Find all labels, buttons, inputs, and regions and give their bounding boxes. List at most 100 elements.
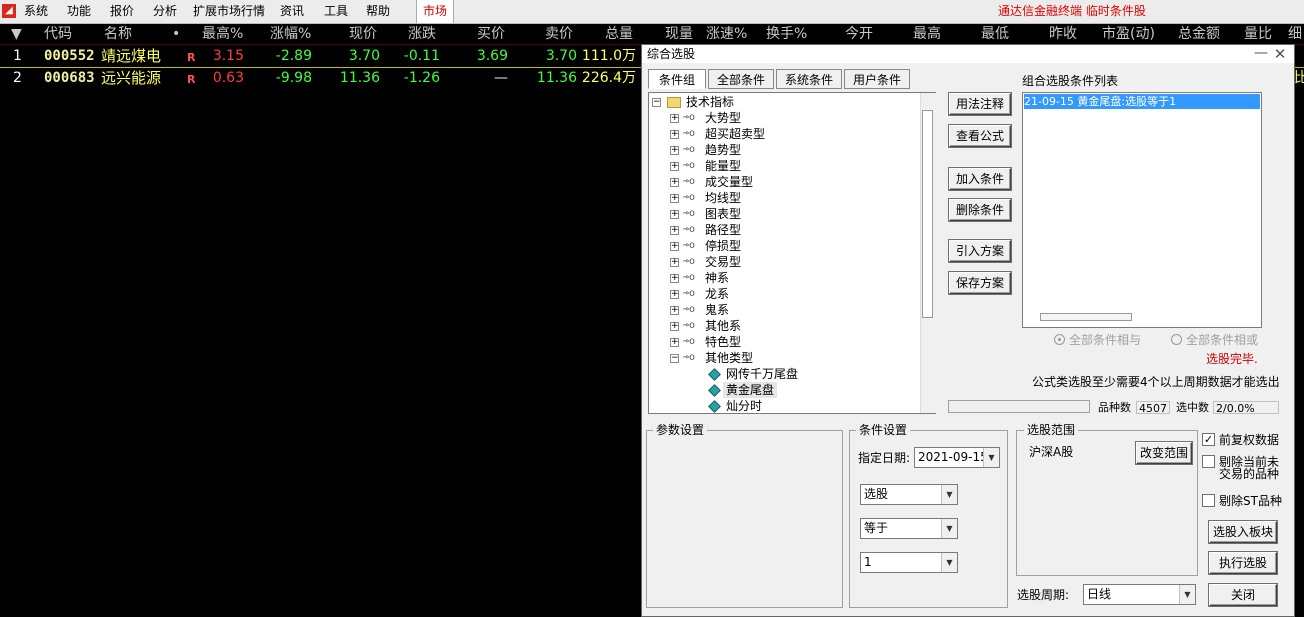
menu-analysis[interactable]: 分析 <box>153 0 177 23</box>
chevron-down-icon[interactable]: ▼ <box>941 553 957 572</box>
delete-condition-button[interactable]: 删除条件 <box>949 199 1011 221</box>
checkbox-exclude-st[interactable] <box>1202 494 1215 507</box>
condition-list[interactable] <box>1022 92 1262 328</box>
menu-help[interactable]: 帮助 <box>366 0 390 23</box>
col-header-low[interactable]: 最低 <box>981 24 1009 44</box>
tree-group-item[interactable]: 趋势型 <box>705 142 741 158</box>
checkbox-adjusted[interactable]: ✓ <box>1202 433 1215 446</box>
close-icon[interactable]: ✕ <box>1272 45 1288 63</box>
stock-name[interactable]: 靖远煤电 <box>101 45 161 67</box>
col-header-volume-ratio[interactable]: 量比 <box>1244 24 1272 44</box>
tree-expand-toggle[interactable]: + <box>670 242 679 251</box>
tree-collapse-toggle[interactable]: − <box>652 98 661 107</box>
col-header-ask[interactable]: 卖价 <box>545 24 573 44</box>
tree-formula-item[interactable]: 黄金尾盘 <box>723 382 778 398</box>
tree-expand-toggle[interactable]: + <box>670 146 679 155</box>
col-header-high-pct[interactable]: 最高% <box>202 24 243 44</box>
market-tab[interactable]: 市场 <box>416 0 454 23</box>
tree-expand-toggle[interactable]: + <box>670 322 679 331</box>
change-range-button[interactable]: 改变范围 <box>1136 442 1192 464</box>
add-condition-button[interactable]: 加入条件 <box>949 168 1011 190</box>
save-plan-button[interactable]: 保存方案 <box>949 272 1011 294</box>
tree-group-item[interactable]: 鬼系 <box>705 302 729 318</box>
col-header-change-pct[interactable]: 涨幅% <box>270 24 311 44</box>
import-plan-button[interactable]: 引入方案 <box>949 240 1011 262</box>
checkbox-exclude-untraded[interactable] <box>1202 455 1215 468</box>
tab-condition-group[interactable]: 条件组 <box>648 69 706 89</box>
tree-collapse-toggle[interactable]: − <box>670 354 679 363</box>
tree-group-item[interactable]: 其他类型 <box>705 350 753 366</box>
tree-formula-item[interactable]: 灿分时 <box>723 398 765 414</box>
tree-formula-item[interactable]: 网传千万尾盘 <box>723 366 801 382</box>
col-header-speed-pct[interactable]: 涨速% <box>706 24 747 44</box>
tree-group-item[interactable]: 超买超卖型 <box>705 126 765 142</box>
tree-expand-toggle[interactable]: + <box>670 178 679 187</box>
execute-button[interactable]: 执行选股 <box>1209 552 1277 574</box>
radio-all-and[interactable] <box>1054 334 1065 345</box>
tree-expand-toggle[interactable]: + <box>670 194 679 203</box>
tree-group-item[interactable]: 图表型 <box>705 206 741 222</box>
stock-name[interactable]: 远兴能源 <box>101 67 161 89</box>
menu-extended-market[interactable]: 扩展市场行情 <box>193 0 265 23</box>
col-header-current-volume[interactable]: 现量 <box>665 24 693 44</box>
sort-arrow-icon[interactable]: ▼ <box>11 24 22 44</box>
tree-group-item[interactable]: 神系 <box>705 270 729 286</box>
chevron-down-icon[interactable]: ▼ <box>941 485 957 504</box>
stock-code[interactable]: 000552 <box>44 45 95 67</box>
menu-tools[interactable]: 工具 <box>324 0 348 23</box>
tree-root-technical[interactable]: 技术指标 <box>686 94 734 110</box>
tree-group-item[interactable]: 能量型 <box>705 158 741 174</box>
tree-group-item[interactable]: 大势型 <box>705 110 741 126</box>
list-item[interactable]: 21-09-15 黄金尾盘:选股等于1 <box>1024 94 1260 109</box>
menu-quote[interactable]: 报价 <box>110 0 134 23</box>
col-header-pe[interactable]: 市盈(动) <box>1102 24 1155 44</box>
col-header-bid[interactable]: 买价 <box>477 24 505 44</box>
tree-expand-toggle[interactable]: + <box>670 338 679 347</box>
col-header-code[interactable]: 代码 <box>44 24 72 44</box>
tree-group-item[interactable]: 交易型 <box>705 254 741 270</box>
tree-expand-toggle[interactable]: + <box>670 130 679 139</box>
col-header-amount[interactable]: 总金额 <box>1178 24 1220 44</box>
tree-group-item[interactable]: 其他系 <box>705 318 741 334</box>
col-header-high[interactable]: 最高 <box>913 24 941 44</box>
tab-all-conditions[interactable]: 全部条件 <box>708 69 774 89</box>
tree-group-item[interactable]: 龙系 <box>705 286 729 302</box>
menu-news[interactable]: 资讯 <box>280 0 304 23</box>
col-header-prev-close[interactable]: 昨收 <box>1049 24 1077 44</box>
chevron-down-icon[interactable]: ▼ <box>983 448 999 467</box>
tree-group-item[interactable]: 均线型 <box>705 190 741 206</box>
tree-expand-toggle[interactable]: + <box>670 290 679 299</box>
tree-group-item[interactable]: 路径型 <box>705 222 741 238</box>
col-header-name[interactable]: 名称 <box>104 24 132 44</box>
tree-expand-toggle[interactable]: + <box>670 210 679 219</box>
col-header-turnover-pct[interactable]: 换手% <box>766 24 807 44</box>
tree-expand-toggle[interactable]: + <box>670 258 679 267</box>
close-button[interactable]: 关闭 <box>1209 584 1277 606</box>
tree-group-item[interactable]: 特色型 <box>705 334 741 350</box>
view-formula-button[interactable]: 查看公式 <box>949 125 1011 147</box>
dialog-titlebar[interactable] <box>642 45 1294 63</box>
tree-scrollbar-thumb[interactable] <box>922 110 933 318</box>
col-header-dot[interactable]: • <box>172 24 180 44</box>
col-header-volume[interactable]: 总量 <box>605 24 633 44</box>
minimize-icon[interactable]: — <box>1254 45 1268 63</box>
tree-expand-toggle[interactable]: + <box>670 226 679 235</box>
tree-group-item[interactable]: 停损型 <box>705 238 741 254</box>
select-to-block-button[interactable]: 选股入板块 <box>1209 521 1277 543</box>
col-header-price[interactable]: 现价 <box>349 24 377 44</box>
tree-expand-toggle[interactable]: + <box>670 306 679 315</box>
tab-user-conditions[interactable]: 用户条件 <box>844 69 910 89</box>
chevron-down-icon[interactable]: ▼ <box>941 519 957 538</box>
usage-notes-button[interactable]: 用法注释 <box>949 93 1011 115</box>
col-header-change[interactable]: 涨跌 <box>408 24 436 44</box>
condition-list-scrollbar[interactable] <box>1040 313 1132 321</box>
col-header-open[interactable]: 今开 <box>845 24 873 44</box>
col-header-detail[interactable]: 细 <box>1288 24 1302 44</box>
menu-function[interactable]: 功能 <box>67 0 91 23</box>
tree-group-item[interactable]: 成交量型 <box>705 174 753 190</box>
tab-system-conditions[interactable]: 系统条件 <box>776 69 842 89</box>
menu-system[interactable]: 系统 <box>24 0 48 23</box>
stock-code[interactable]: 000683 <box>44 67 95 89</box>
radio-all-or[interactable] <box>1171 334 1182 345</box>
tree-expand-toggle[interactable]: + <box>670 274 679 283</box>
